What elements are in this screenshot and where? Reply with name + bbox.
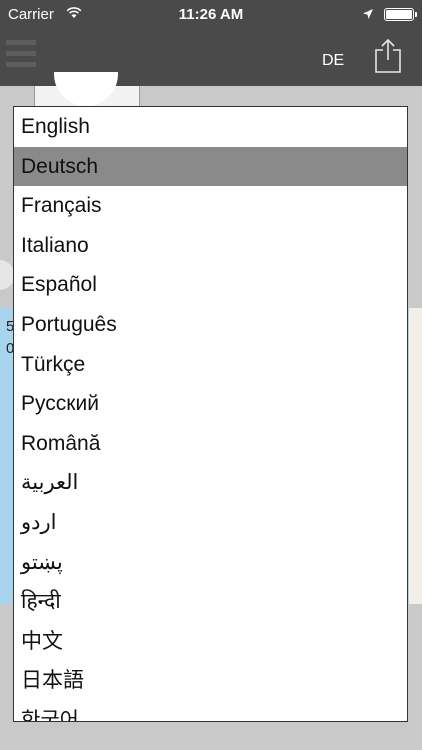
clock: 11:26 AM xyxy=(178,6,244,23)
language-option-italiano[interactable]: Italiano xyxy=(14,226,407,266)
language-option-pashto[interactable]: پښتو xyxy=(14,543,407,583)
language-option-turkce[interactable]: Türkçe xyxy=(14,345,407,385)
menu-icon[interactable] xyxy=(6,40,36,72)
language-option-russian[interactable]: Русский xyxy=(14,384,407,424)
map-land xyxy=(409,308,422,604)
language-option-chinese[interactable]: 中文 xyxy=(14,622,407,662)
language-option-japanese[interactable]: 日本語 xyxy=(14,661,407,701)
share-icon[interactable] xyxy=(374,38,402,74)
language-option-francais[interactable]: Français xyxy=(14,186,407,226)
language-picker[interactable]: English Deutsch Français Italiano Españo… xyxy=(13,106,408,722)
language-option-hindi[interactable]: हिन्दी xyxy=(14,582,407,622)
battery-icon xyxy=(384,8,417,21)
language-option-deutsch[interactable]: Deutsch xyxy=(14,146,407,187)
language-code-button[interactable]: DE xyxy=(322,52,344,70)
language-option-english[interactable]: English xyxy=(14,107,407,147)
language-option-romana[interactable]: Română xyxy=(14,424,407,464)
location-arrow-icon xyxy=(363,9,373,19)
language-option-espanol[interactable]: Español xyxy=(14,265,407,305)
language-option-arabic[interactable]: العربية xyxy=(14,463,407,503)
language-option-urdu[interactable]: اردو xyxy=(14,503,407,543)
language-option-portugues[interactable]: Português xyxy=(14,305,407,345)
status-bar: Carrier 11:26 AM xyxy=(0,0,422,30)
language-option-korean[interactable]: 한국어 xyxy=(14,701,407,721)
